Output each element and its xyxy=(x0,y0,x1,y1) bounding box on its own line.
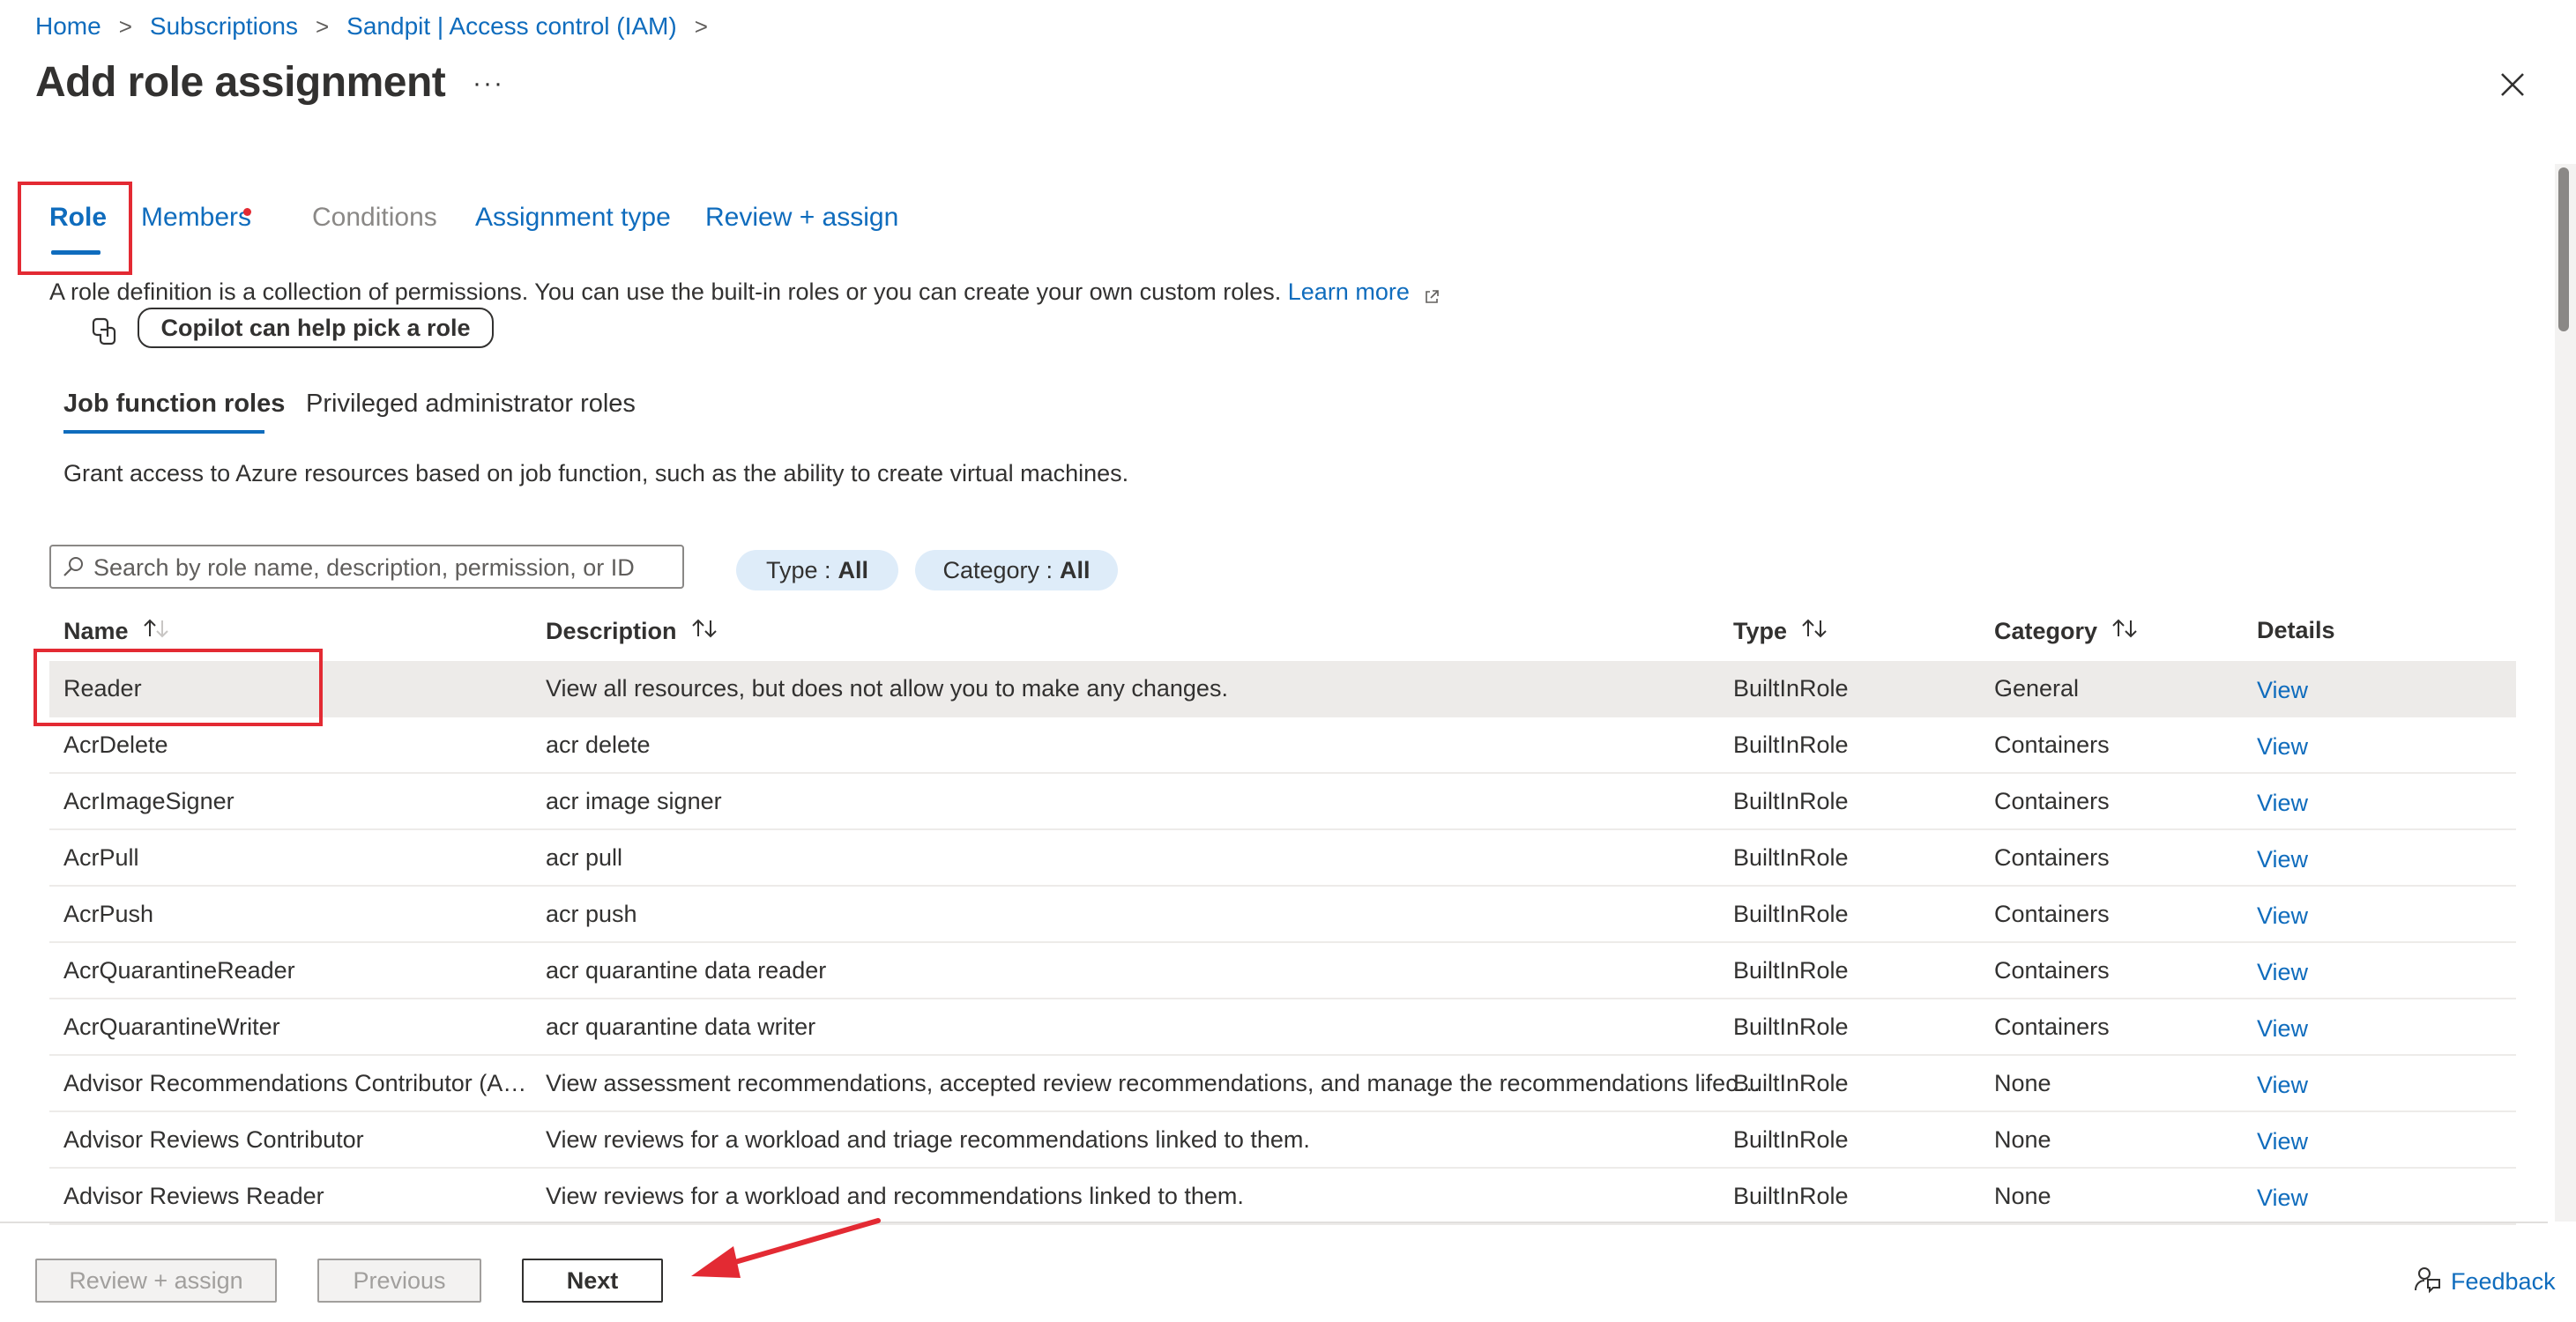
cell-type: BuiltInRole xyxy=(1733,732,1849,758)
column-header-details-label: Details xyxy=(2257,617,2335,643)
cell-type: BuiltInRole xyxy=(1733,675,1849,702)
column-header-category[interactable]: Category xyxy=(1994,617,2140,646)
annotation-arrow xyxy=(691,1218,881,1278)
external-link-icon xyxy=(1423,285,1441,303)
cell-type: BuiltInRole xyxy=(1733,1070,1849,1096)
cell-type: BuiltInRole xyxy=(1733,788,1849,814)
close-icon[interactable] xyxy=(2497,69,2528,100)
cell-category: None xyxy=(1994,1183,2051,1209)
cell-type: BuiltInRole xyxy=(1733,1183,1849,1209)
scrollbar[interactable] xyxy=(2555,164,2576,1222)
cell-category: None xyxy=(1994,1070,2051,1096)
view-link[interactable]: View xyxy=(2257,1058,2363,1112)
column-header-type[interactable]: Type xyxy=(1733,617,1829,646)
view-link[interactable]: View xyxy=(2257,888,2363,943)
learn-more-link[interactable]: Learn more xyxy=(1288,279,1410,305)
cell-type: BuiltInRole xyxy=(1733,957,1849,984)
cell-category: General xyxy=(1994,675,2080,702)
cell-category: Containers xyxy=(1994,957,2110,984)
cell-category: Containers xyxy=(1994,1014,2110,1040)
view-link[interactable]: View xyxy=(2257,719,2363,774)
sort-icon xyxy=(1799,617,1829,646)
view-link[interactable]: View xyxy=(2257,945,2363,999)
cell-type: BuiltInRole xyxy=(1733,844,1849,871)
cell-category: Containers xyxy=(1994,732,2110,758)
feedback-link[interactable]: Feedback xyxy=(2412,1266,2556,1297)
cell-type: BuiltInRole xyxy=(1733,901,1849,927)
view-link[interactable]: View xyxy=(2257,776,2363,830)
scrollbar-thumb[interactable] xyxy=(2558,167,2569,331)
feedback-label: Feedback xyxy=(2451,1267,2556,1295)
cell-type: BuiltInRole xyxy=(1733,1126,1849,1153)
column-header-type-label: Type xyxy=(1733,618,1788,644)
view-link[interactable]: View xyxy=(2257,1114,2363,1169)
cell-category: None xyxy=(1994,1126,2051,1153)
sort-icon xyxy=(2110,617,2140,646)
view-link[interactable]: View xyxy=(2257,663,2363,717)
cell-category: Containers xyxy=(1994,901,2110,927)
filter-category-value: All xyxy=(1060,556,1091,583)
cell-type: BuiltInRole xyxy=(1733,1014,1849,1040)
cell-category: Containers xyxy=(1994,844,2110,871)
column-header-details: Details xyxy=(2257,617,2335,644)
view-link[interactable]: View xyxy=(2257,1170,2363,1225)
view-link[interactable]: View xyxy=(2257,1001,2363,1056)
view-link[interactable]: View xyxy=(2257,832,2363,887)
feedback-icon xyxy=(2412,1264,2451,1300)
column-header-category-label: Category xyxy=(1994,618,2098,644)
cell-category: Containers xyxy=(1994,788,2110,814)
